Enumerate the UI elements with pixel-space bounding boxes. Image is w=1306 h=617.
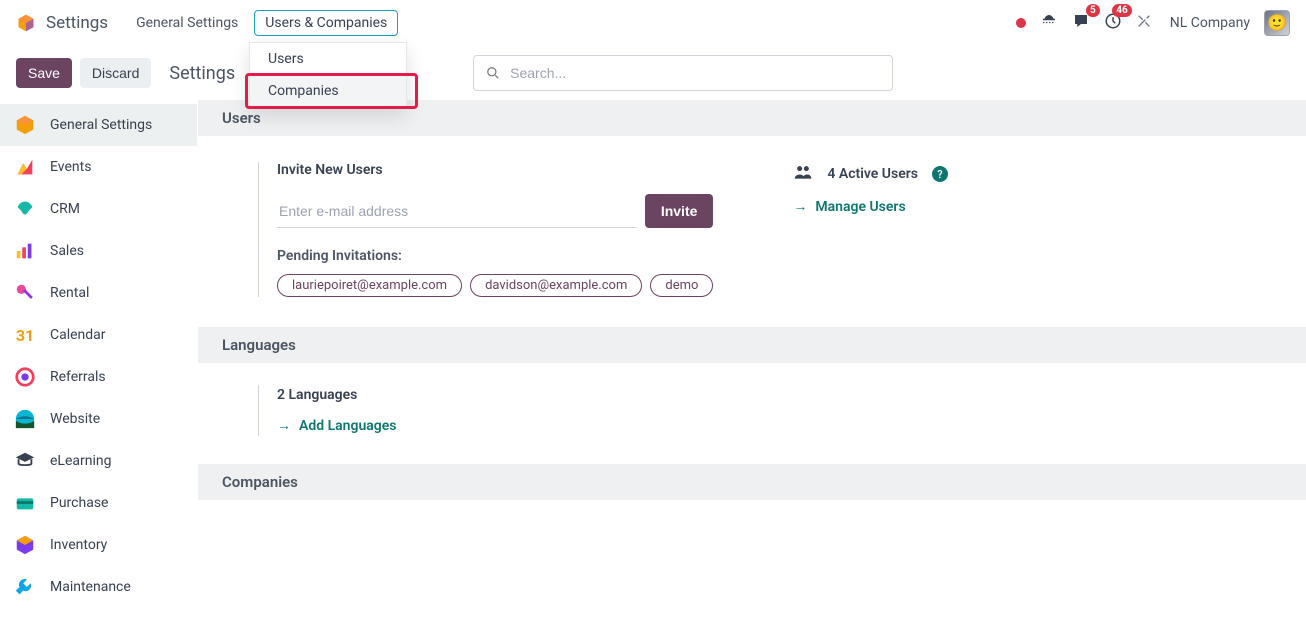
nav-general-settings[interactable]: General Settings [126,11,248,35]
user-avatar[interactable]: 🙂 [1264,10,1290,36]
sidebar-item-label: Rental [50,285,89,301]
search-icon [486,66,500,80]
messages-icon[interactable]: 5 [1072,12,1090,34]
referrals-icon [14,366,36,388]
section-users-body: Invite New Users Invite Pending Invitati… [198,136,1306,327]
arrow-right-icon: → [277,417,291,434]
section-header-languages: Languages [198,327,1306,363]
sidebar-item-crm[interactable]: CRM [0,188,197,230]
body: General Settings Events CRM Sales Rental… [0,100,1306,617]
search-box[interactable] [473,55,893,91]
events-icon [14,156,36,178]
add-languages-link[interactable]: → Add Languages [277,417,1246,434]
help-icon[interactable]: ? [932,166,948,182]
arrow-right-icon: → [793,198,807,215]
topnav-right: 5 46 NL Company 🙂 [1016,10,1290,36]
sidebar-item-sales[interactable]: Sales [0,230,197,272]
sidebar-item-label: CRM [50,201,80,217]
pending-chip[interactable]: demo [650,274,713,297]
company-selector[interactable]: NL Company [1170,15,1250,31]
pending-chips: lauriepoiret@example.com davidson@exampl… [277,274,713,297]
crm-icon [14,198,36,220]
tools-icon[interactable] [1136,13,1152,33]
maintenance-icon [14,576,36,598]
section-languages-body: 2 Languages → Add Languages [198,363,1306,464]
manage-users-link[interactable]: → Manage Users [793,198,1213,215]
section-header-companies: Companies [198,464,1306,500]
inventory-icon [14,534,36,556]
add-languages-label: Add Languages [299,418,397,434]
discard-button[interactable]: Discard [80,58,151,88]
sidebar-item-label: Sales [50,243,84,259]
sidebar: General Settings Events CRM Sales Rental… [0,100,197,617]
activities-badge: 46 [1112,4,1131,17]
top-navbar: Settings General Settings Users & Compan… [0,0,1306,46]
sidebar-item-label: Calendar [50,327,106,343]
active-users-row: 4 Active Users ? [793,162,1213,186]
action-bar: Save Discard Settings [0,46,1306,100]
sidebar-item-label: Referrals [50,369,106,385]
breadcrumb-title: Settings [169,63,235,84]
active-users-text: 4 Active Users [827,166,918,182]
sidebar-item-general-settings[interactable]: General Settings [0,104,197,146]
main-scroll[interactable]: Users Invite New Users Invite Pending In… [198,100,1306,617]
sidebar-item-elearning[interactable]: eLearning [0,440,197,482]
website-icon [14,408,36,430]
dropdown-item-users[interactable]: Users [250,43,406,75]
status-dot-icon[interactable] [1016,18,1026,28]
users-right-column: 4 Active Users ? → Manage Users [793,162,1213,297]
dropdown-item-companies[interactable]: Companies [250,75,406,107]
users-group-icon [793,162,813,186]
sidebar-item-label: Events [50,159,91,175]
sidebar-item-label: Inventory [50,537,107,553]
sidebar-item-label: Website [50,411,100,427]
languages-column: 2 Languages → Add Languages [258,385,1246,436]
pending-chip[interactable]: lauriepoiret@example.com [277,274,462,297]
elearning-icon [14,450,36,472]
messages-badge: 5 [1086,4,1100,17]
sidebar-item-label: Purchase [50,495,108,511]
sidebar-item-label: General Settings [50,117,152,133]
sidebar-item-calendar[interactable]: 31 Calendar [0,314,197,356]
sidebar-item-rental[interactable]: Rental [0,272,197,314]
calendar-icon: 31 [14,324,36,346]
invite-title: Invite New Users [277,162,713,178]
sidebar-item-maintenance[interactable]: Maintenance [0,566,197,608]
hexagon-icon [14,114,36,136]
invite-row: Invite [277,194,713,228]
invite-button[interactable]: Invite [645,194,714,228]
purchase-icon [14,492,36,514]
sidebar-scroll[interactable]: General Settings Events CRM Sales Rental… [0,100,198,617]
languages-count: 2 Languages [277,387,1246,403]
search-input[interactable] [510,65,880,81]
pending-title: Pending Invitations: [277,248,713,264]
invite-email-input[interactable] [277,195,637,228]
sidebar-item-events[interactable]: Events [0,146,197,188]
nav-users-companies[interactable]: Users & Companies [254,10,398,36]
activities-icon[interactable]: 46 [1104,12,1122,34]
manage-users-label: Manage Users [815,199,905,215]
app-logo-icon [16,13,36,33]
sales-icon [14,240,36,262]
phone-icon[interactable] [1040,12,1058,34]
sidebar-item-referrals[interactable]: Referrals [0,356,197,398]
app-title: Settings [46,13,108,33]
sidebar-item-label: eLearning [50,453,111,469]
sidebar-item-manufacturing[interactable]: Manufacturing [0,608,197,617]
invite-column: Invite New Users Invite Pending Invitati… [258,162,713,297]
sidebar-item-label: Maintenance [50,579,131,595]
save-button[interactable]: Save [16,58,72,88]
rental-icon [14,282,36,304]
sidebar-item-website[interactable]: Website [0,398,197,440]
pending-chip[interactable]: davidson@example.com [470,274,642,297]
sidebar-item-purchase[interactable]: Purchase [0,482,197,524]
users-companies-dropdown: Users Companies [249,42,407,108]
sidebar-item-inventory[interactable]: Inventory [0,524,197,566]
